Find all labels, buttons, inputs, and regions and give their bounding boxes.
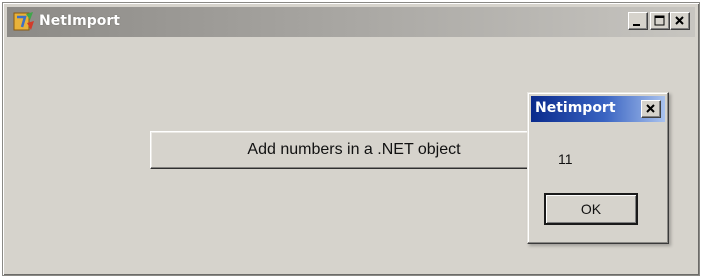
maximize-button[interactable]	[650, 12, 670, 30]
message-box-close-button[interactable]	[641, 100, 661, 118]
minimize-button[interactable]	[628, 12, 648, 30]
main-titlebar[interactable]: NetImport	[7, 7, 695, 37]
message-box-title: Netimport	[535, 100, 616, 116]
add-numbers-button[interactable]: Add numbers in a .NET object	[150, 131, 558, 169]
maximize-icon	[654, 15, 665, 26]
message-text: 11	[558, 151, 573, 167]
close-icon	[675, 16, 684, 25]
ok-button[interactable]: OK	[544, 193, 638, 225]
message-box-titlebar[interactable]: Netimport	[531, 96, 665, 122]
minimize-icon	[633, 24, 640, 26]
app-icon	[13, 12, 34, 31]
window-title: NetImport	[39, 13, 120, 29]
close-icon	[646, 104, 655, 113]
message-box-dialog: Netimport 11 OK	[527, 92, 669, 244]
close-button[interactable]	[670, 12, 690, 30]
